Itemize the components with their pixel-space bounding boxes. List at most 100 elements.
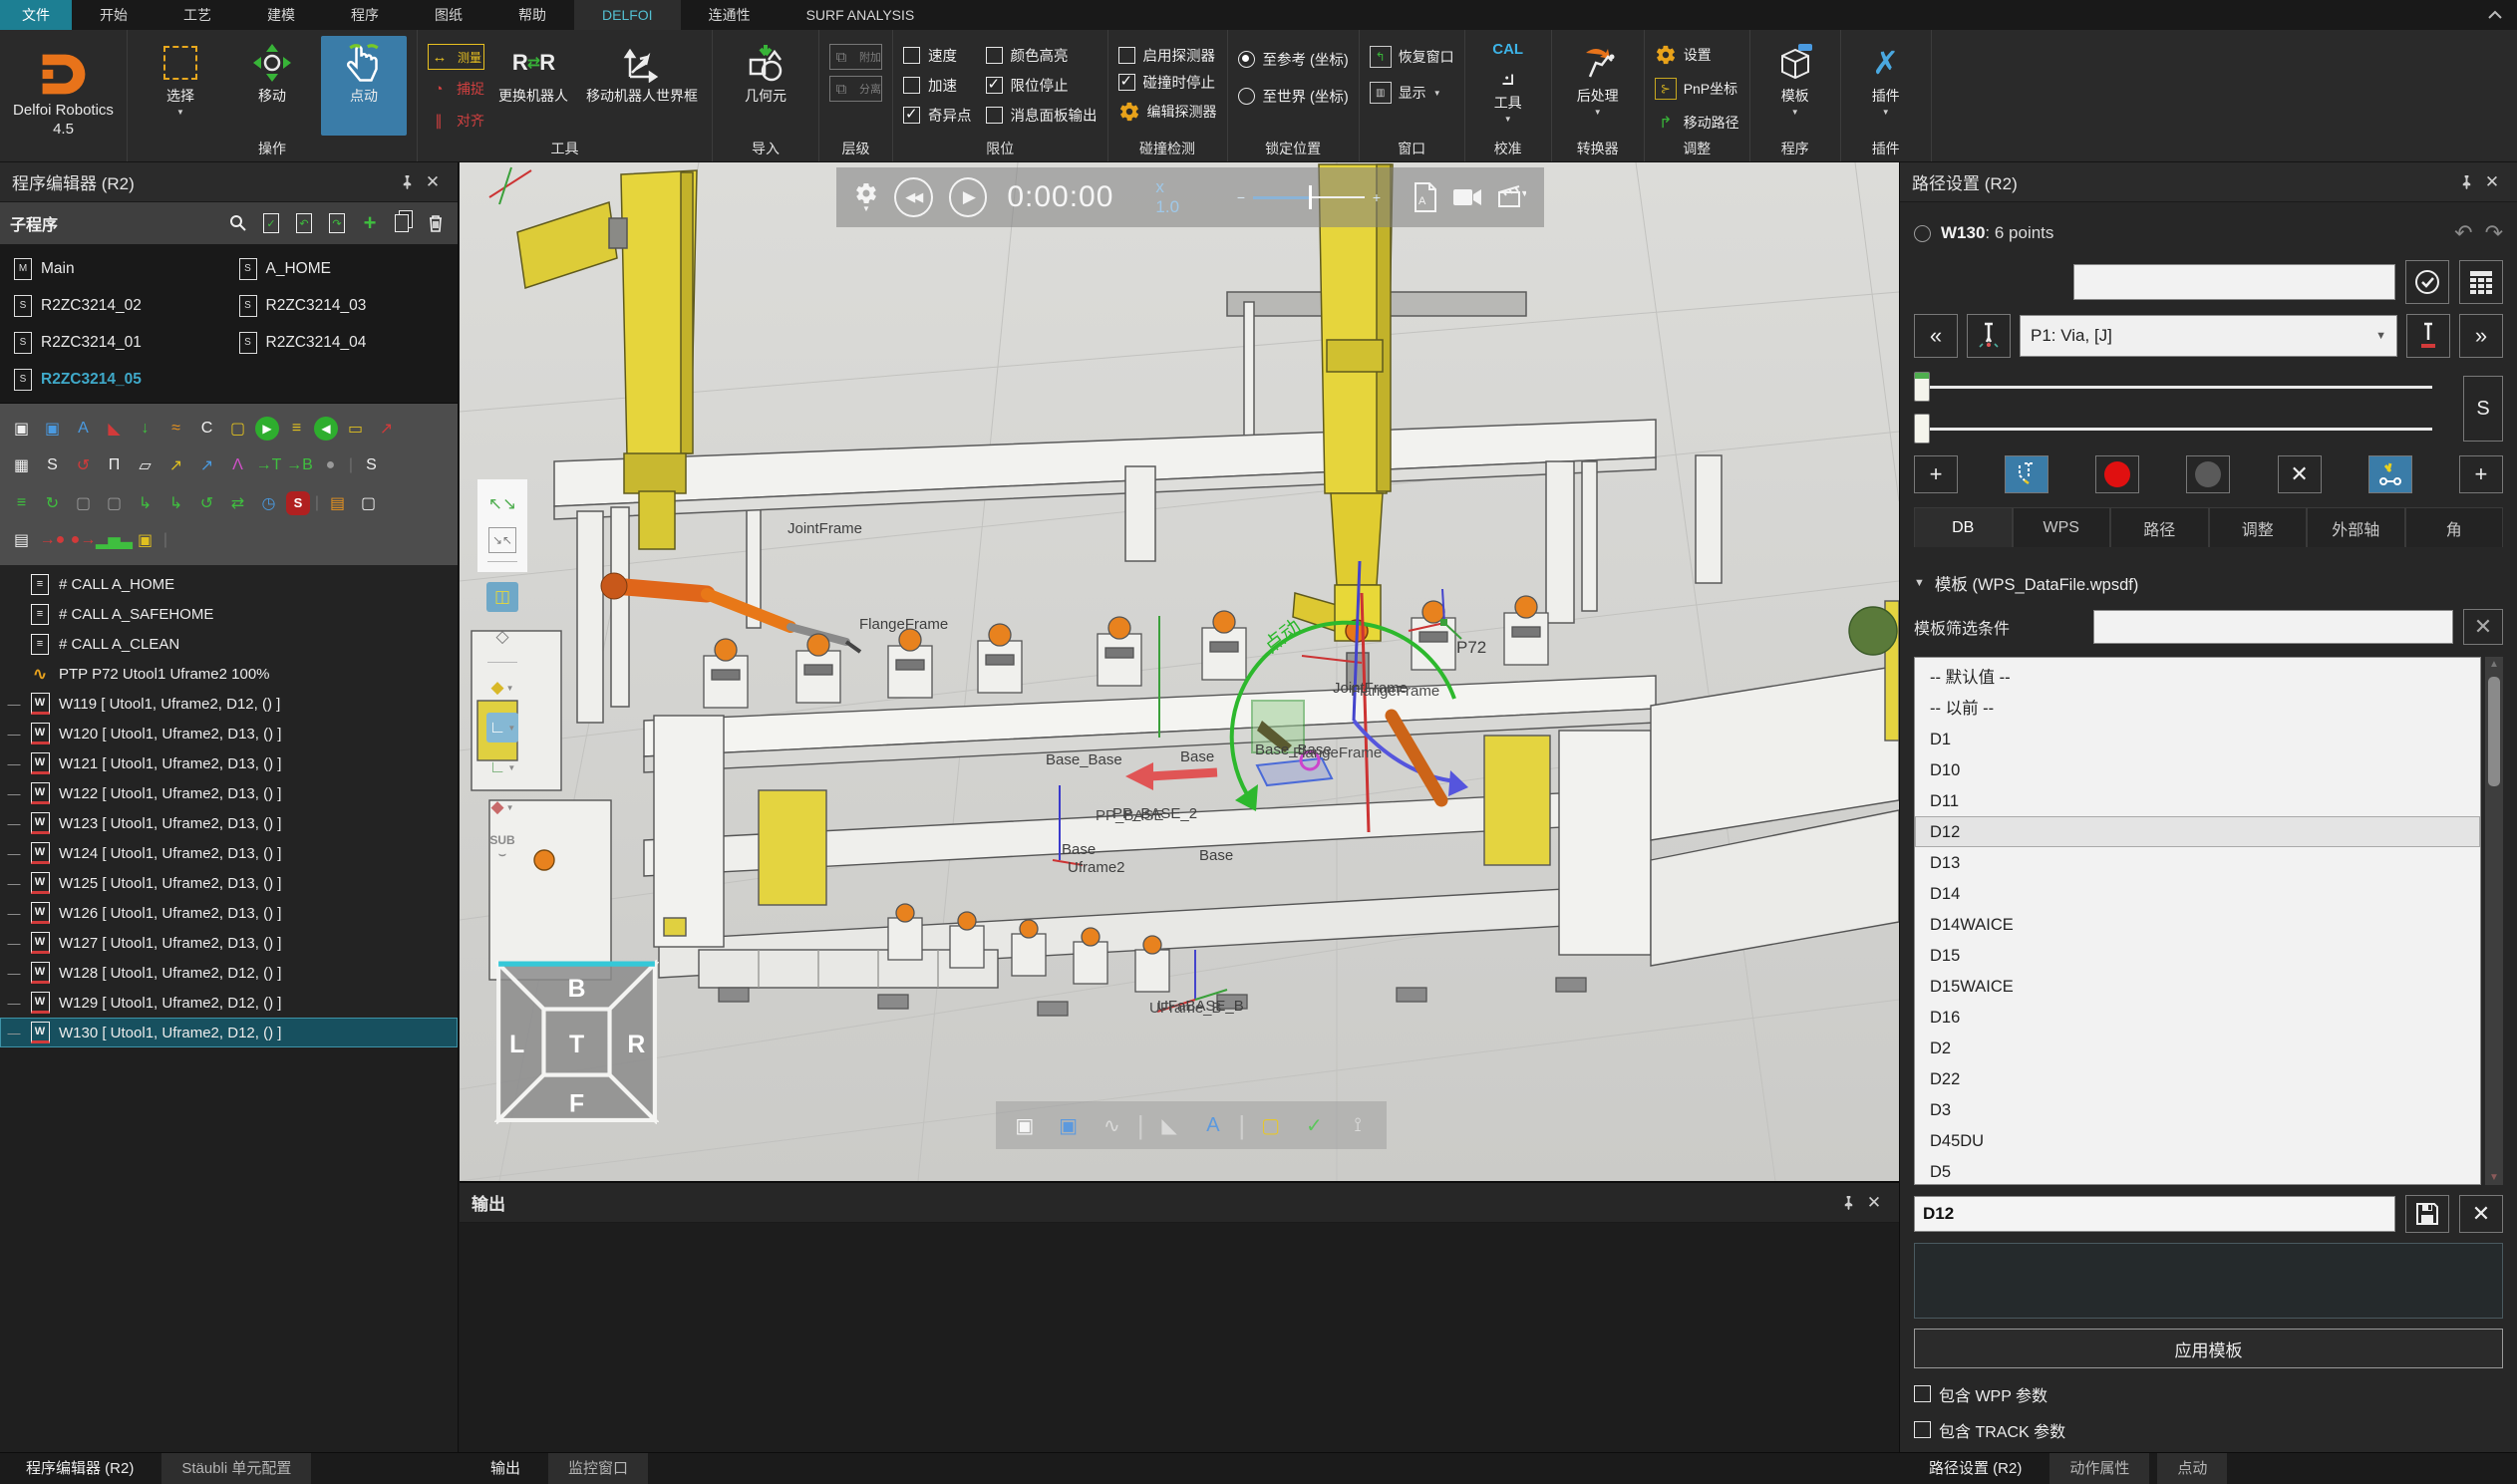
add-point-after-button[interactable]: + (2459, 455, 2503, 493)
template-list-item[interactable]: D3 (1915, 1094, 2480, 1125)
program-line[interactable]: W129 [ Utool1, Uframe2, D12, () ] (0, 988, 458, 1018)
bottom-tab[interactable]: 动作属性 (2049, 1453, 2149, 1484)
text-view-icon[interactable]: A (1196, 1108, 1230, 1142)
menu-item[interactable]: 建模 (239, 0, 323, 30)
branch-icon[interactable]: ↳ (132, 489, 158, 516)
point-select[interactable]: P1: Via, [J]▼ (2020, 315, 2397, 357)
frame-axes-icon[interactable]: ∟▼ (486, 713, 518, 742)
signal-out-icon[interactable]: ●→ (70, 527, 97, 554)
frame-op-icon[interactable]: ▣ (39, 415, 66, 442)
frame-view-icon[interactable]: ▣ (1052, 1108, 1086, 1142)
menu-item[interactable]: 开始 (72, 0, 156, 30)
path-range-slider[interactable] (1914, 414, 2432, 444)
template-option-checkbox[interactable]: 包含 TRACK 参数 (1914, 1416, 2503, 1443)
subprogram-item[interactable]: SR2ZC3214_03 (229, 287, 455, 324)
template-list-item[interactable]: D1 (1915, 724, 2480, 754)
limit-checkbox[interactable]: 速度 (903, 42, 972, 69)
collision-checkbox[interactable]: 启用探测器 (1118, 42, 1217, 69)
template-list-item[interactable]: D13 (1915, 847, 2480, 878)
template-list-item[interactable]: D14WAICE (1915, 909, 2480, 940)
settings-tab[interactable]: DB (1914, 507, 2013, 547)
template-list-item[interactable]: D22 (1915, 1063, 2480, 1094)
settings-tab[interactable]: WPS (2013, 507, 2111, 547)
menu-item[interactable]: 连通性 (681, 0, 779, 30)
template-filter-input[interactable] (2093, 610, 2453, 644)
reverse-icon[interactable]: ◀ (314, 417, 338, 441)
dis2-icon[interactable]: ▢ (101, 489, 128, 516)
controller-icon[interactable]: ≡ (283, 415, 310, 442)
delete-point-button[interactable]: ✕ (2278, 455, 2322, 493)
delete-program-icon[interactable] (424, 211, 448, 235)
template-description-area[interactable] (1914, 1243, 2503, 1319)
checkbox[interactable] (903, 77, 920, 94)
checkbox[interactable] (986, 107, 1003, 124)
sep[interactable]: | (314, 489, 320, 516)
program-line[interactable]: W121 [ Utool1, Uframe2, D13, () ] (0, 748, 458, 778)
next-point-button[interactable]: » (2459, 314, 2503, 358)
apply-template-button[interactable]: 应用模板 (1914, 1329, 2503, 1368)
signal-in-icon[interactable]: →● (39, 527, 66, 554)
menu-item[interactable]: 帮助 (490, 0, 574, 30)
shaded-cube-icon[interactable]: ◆▼ (486, 673, 518, 703)
program-line[interactable]: W125 [ Utool1, Uframe2, D13, () ] (0, 868, 458, 898)
collapse-ribbon-icon[interactable] (2487, 10, 2503, 20)
compass-icon[interactable]: ↗ (373, 415, 400, 442)
dis-icon[interactable]: ▢ (70, 489, 97, 516)
stats-icon[interactable]: ▂▅▃ (101, 527, 128, 554)
align-button[interactable]: ∥对齐 (428, 108, 484, 134)
template-list-item[interactable]: -- 默认值 -- (1915, 662, 2480, 693)
checkbox[interactable] (1118, 74, 1135, 91)
subprogram-item[interactable]: MMain (4, 250, 229, 287)
weld-op-icon[interactable]: ▣ (8, 415, 35, 442)
bottom-tab[interactable]: 监控窗口 (548, 1453, 648, 1484)
undo-icon[interactable]: ↶ (2454, 220, 2472, 246)
loop-icon[interactable]: ↺ (193, 489, 220, 516)
template-list-item[interactable]: D11 (1915, 785, 2480, 816)
text-label-icon[interactable]: A (70, 415, 97, 442)
template-list-item[interactable]: D2 (1915, 1033, 2480, 1063)
import-program-icon[interactable]: ↶ (292, 211, 316, 235)
subprogram-item[interactable]: SR2ZC3214_04 (229, 324, 455, 361)
spline-icon[interactable]: S (39, 452, 66, 479)
move-robot-world-frame-button[interactable]: 移动机器人世界框 (582, 36, 702, 136)
save-template-button[interactable] (2405, 1195, 2449, 1233)
chart-view-icon[interactable]: ◣ (1152, 1108, 1186, 1142)
collapse-triangle-icon[interactable]: ▼ (1914, 577, 1925, 589)
viewport-3d[interactable]: JointFrame FlangeFrame P72 Base_Base Bas… (460, 162, 1899, 1181)
pin-icon[interactable] (394, 169, 420, 195)
settings-tab[interactable]: 调整 (2209, 507, 2308, 547)
measure-button[interactable]: ↔测量 (428, 44, 484, 70)
dot-icon[interactable]: ● (317, 452, 344, 479)
search-icon[interactable] (226, 211, 250, 235)
check-view-icon[interactable]: ✓ (1298, 1108, 1332, 1142)
zigzag-icon[interactable]: Π (101, 452, 128, 479)
frame-display-icon[interactable]: ◫ (486, 582, 518, 612)
scroll-up-icon[interactable]: ▲ (2485, 659, 2503, 670)
verify-program-icon[interactable]: ✓ (259, 211, 283, 235)
menu-item[interactable]: SURF ANALYSIS (779, 0, 943, 30)
conveyor-icon[interactable]: ▭ (342, 415, 369, 442)
program-line[interactable]: # CALL A_SAFEHOME (0, 599, 458, 629)
settings-button[interactable]: 设置 (1655, 42, 1739, 68)
confirm-button[interactable] (2405, 260, 2449, 304)
torch-to-point-button[interactable] (1967, 314, 2011, 358)
sub-doc-icon[interactable]: S (358, 452, 385, 479)
program-line[interactable]: W127 [ Utool1, Uframe2, D13, () ] (0, 928, 458, 958)
move-path-button[interactable]: ↱ 移动路径 (1655, 110, 1739, 136)
to-tool-icon[interactable]: →T (255, 452, 282, 479)
film-clip-icon[interactable]: ▼ (1496, 184, 1526, 210)
profile-icon[interactable]: ◣ (101, 415, 128, 442)
branch2-icon[interactable]: ↳ (162, 489, 189, 516)
sub-path-icon[interactable]: SUB⌣ (486, 832, 518, 862)
rewind-button[interactable]: ◀◀ (894, 177, 933, 217)
template-option-checkbox[interactable]: 包含 WPP 参数 (1914, 1380, 2503, 1407)
lock-radio[interactable]: 至世界 (坐标) (1238, 83, 1349, 110)
checkbox[interactable] (903, 107, 920, 124)
scroll-down-icon[interactable]: ▼ (2485, 1172, 2503, 1183)
to-base-icon[interactable]: →B (286, 452, 313, 479)
template-list-item[interactable]: D15 (1915, 940, 2480, 971)
printer-icon[interactable]: ▤ (8, 527, 35, 554)
program-line[interactable]: # CALL A_CLEAN (0, 629, 458, 659)
zoom-fit-icon[interactable]: ↖↘ (486, 489, 518, 519)
snap-button[interactable]: ◔捕捉 (428, 76, 484, 102)
